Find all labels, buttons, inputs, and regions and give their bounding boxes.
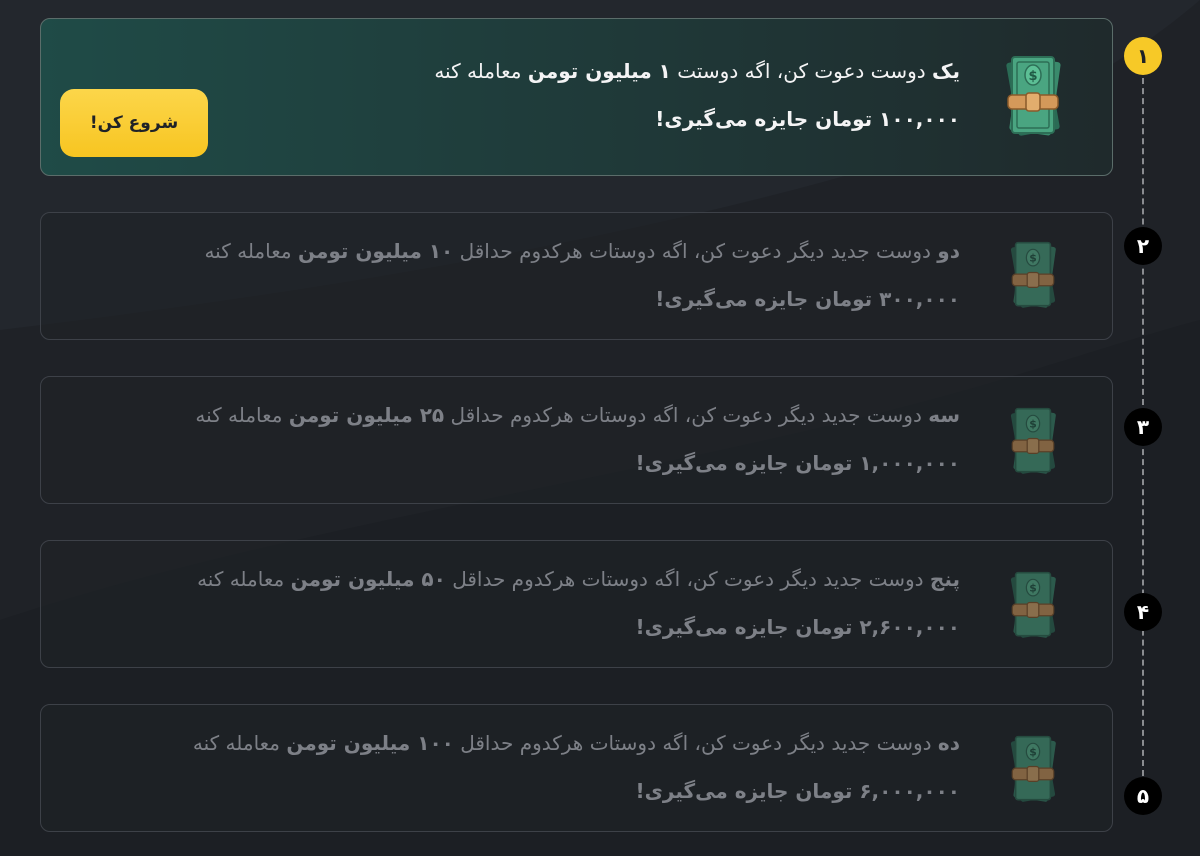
reward-step-card-5: $ ده دوست جدید دیگر دعوت کن، اگه دوستات …	[40, 704, 1113, 832]
friend-count: سه	[928, 403, 960, 427]
step-badge-5: ۵	[1124, 777, 1162, 815]
trade-amount: ۲۵ میلیون تومن	[288, 403, 445, 427]
condition-suffix: معامله کنه	[192, 731, 287, 755]
step-condition-text: یک دوست دعوت کن، اگه دوستت ۱ میلیون تومن…	[434, 59, 960, 83]
reward-step-card-3: $ سه دوست جدید دیگر دعوت کن، اگه دوستات …	[40, 376, 1113, 504]
step-condition-text: دو دوست جدید دیگر دعوت کن، اگه دوستات هر…	[204, 239, 960, 263]
step-condition-text: پنج دوست جدید دیگر دعوت کن، اگه دوستات ه…	[197, 567, 960, 591]
svg-text:$: $	[1029, 582, 1037, 595]
trade-amount: ۱ میلیون تومن	[527, 59, 671, 83]
reward-amount-text: ۶,۰۰۰,۰۰۰ تومان جایزه می‌گیری!	[635, 779, 960, 803]
step-badge-2: ۲	[1124, 227, 1162, 265]
money-stack-icon: $	[1010, 241, 1056, 308]
friend-count: پنج	[929, 567, 960, 591]
trade-amount: ۱۰۰ میلیون تومن	[286, 731, 454, 755]
friend-count: دو	[937, 239, 960, 263]
step-badge-3: ۳	[1124, 408, 1162, 446]
svg-text:$: $	[1029, 418, 1037, 431]
reward-step-card-1: $ یک دوست دعوت کن، اگه دوستت ۱ میلیون تو…	[40, 18, 1113, 176]
condition-prefix: دوست جدید دیگر دعوت کن، اگه دوستات هرکدو…	[444, 403, 929, 427]
condition-suffix: معامله کنه	[195, 403, 289, 427]
step-condition-text: سه دوست جدید دیگر دعوت کن، اگه دوستات هر…	[195, 403, 960, 427]
reward-amount-text: ۱۰۰,۰۰۰ تومان جایزه می‌گیری!	[655, 107, 960, 131]
reward-step-card-4: $ پنج دوست جدید دیگر دعوت کن، اگه دوستات…	[40, 540, 1113, 668]
condition-suffix: معامله کنه	[434, 59, 528, 83]
friend-count: یک	[932, 59, 960, 83]
step-badge-1: ۱	[1124, 37, 1162, 75]
trade-amount: ۵۰ میلیون تومن	[290, 567, 446, 591]
svg-text:$: $	[1029, 252, 1037, 265]
condition-prefix: دوست جدید دیگر دعوت کن، اگه دوستات هرکدو…	[453, 239, 938, 263]
condition-prefix: دوست جدید دیگر دعوت کن، اگه دوستات هرکدو…	[445, 567, 930, 591]
money-stack-icon: $	[1006, 56, 1061, 136]
svg-text:$: $	[1028, 69, 1037, 84]
money-stack-icon: $	[1010, 735, 1056, 802]
condition-suffix: معامله کنه	[204, 239, 298, 263]
condition-prefix: دوست دعوت کن، اگه دوستت	[670, 59, 932, 83]
friend-count: ده	[937, 731, 960, 755]
condition-prefix: دوست جدید دیگر دعوت کن، اگه دوستات هرکدو…	[453, 731, 938, 755]
start-button[interactable]: شروع کن!	[60, 89, 208, 157]
trade-amount: ۱۰ میلیون تومن	[297, 239, 454, 263]
money-stack-icon: $	[1010, 407, 1056, 474]
reward-amount-text: ۲,۶۰۰,۰۰۰ تومان جایزه می‌گیری!	[635, 615, 960, 639]
step-condition-text: ده دوست جدید دیگر دعوت کن، اگه دوستات هر…	[193, 731, 960, 755]
svg-text:$: $	[1029, 746, 1037, 759]
condition-suffix: معامله کنه	[197, 567, 291, 591]
reward-amount-text: ۱,۰۰۰,۰۰۰ تومان جایزه می‌گیری!	[635, 451, 960, 475]
reward-step-card-2: $ دو دوست جدید دیگر دعوت کن، اگه دوستات …	[40, 212, 1113, 340]
reward-amount-text: ۳۰۰,۰۰۰ تومان جایزه می‌گیری!	[655, 287, 960, 311]
step-badge-4: ۴	[1124, 593, 1162, 631]
money-stack-icon: $	[1010, 571, 1056, 638]
